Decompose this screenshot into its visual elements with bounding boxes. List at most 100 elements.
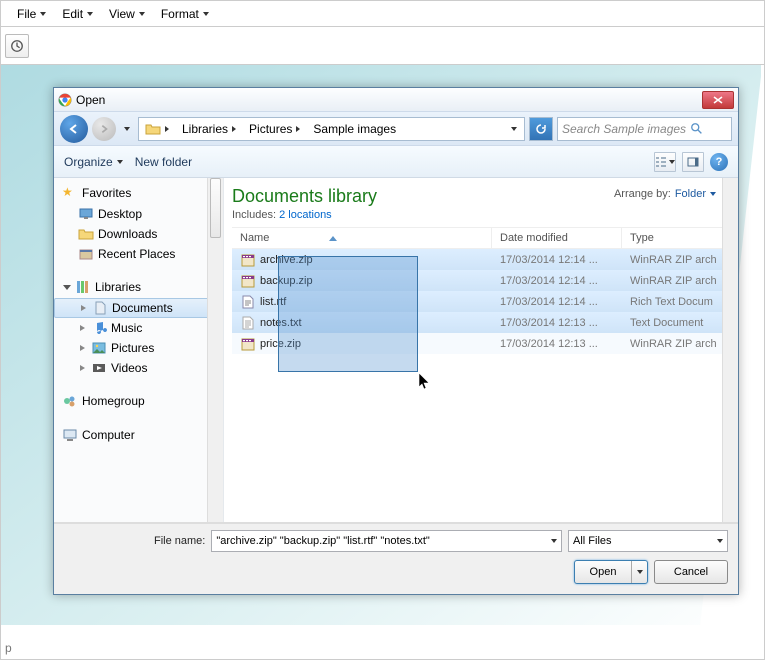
mouse-cursor-icon (418, 372, 432, 390)
view-mode-button[interactable] (654, 152, 676, 172)
tree-videos[interactable]: Videos (54, 358, 223, 378)
menu-format[interactable]: Format (153, 5, 217, 23)
menu-file[interactable]: File (9, 5, 54, 23)
filename-input[interactable]: "archive.zip" "backup.zip" "list.rtf" "n… (211, 530, 562, 552)
arrow-right-icon (99, 124, 109, 134)
caret-icon (637, 570, 643, 574)
arrange-by[interactable]: Arrange by: Folder (614, 188, 716, 200)
history-button[interactable] (5, 34, 29, 58)
expand-icon[interactable] (78, 344, 87, 353)
tree-desktop[interactable]: Desktop (54, 204, 223, 224)
caret-icon (669, 160, 675, 164)
open-dialog: Open Libraries Pictures Sample images Se… (53, 87, 739, 595)
includes-link[interactable]: 2 locations (279, 209, 332, 221)
homegroup-icon (62, 393, 78, 409)
chevron-right-icon (165, 126, 169, 132)
libraries-icon (75, 279, 91, 295)
star-icon: ★ (62, 185, 78, 201)
file-type-filter[interactable]: All Files (568, 530, 728, 552)
tree-pictures[interactable]: Pictures (54, 338, 223, 358)
file-type-cell: Text Document (622, 317, 738, 329)
music-icon (91, 320, 107, 336)
status-bar: p (5, 641, 12, 655)
expand-icon[interactable] (78, 364, 87, 373)
help-button[interactable]: ? (710, 153, 728, 171)
file-type-cell: WinRAR ZIP arch (622, 254, 738, 266)
tree-favorites[interactable]: ★Favorites (54, 182, 223, 204)
documents-icon (92, 300, 108, 316)
tree-computer[interactable]: Computer (54, 424, 223, 446)
file-date-cell: 17/03/2014 12:13 ... (492, 338, 622, 350)
sort-asc-icon (329, 236, 337, 241)
file-listing: Arrange by: Folder Documents library Inc… (224, 178, 738, 522)
computer-icon (62, 427, 78, 443)
tree-music[interactable]: Music (54, 318, 223, 338)
col-date[interactable]: Date modified (492, 228, 622, 248)
file-type-cell: WinRAR ZIP arch (622, 338, 738, 350)
tree-recent[interactable]: Recent Places (54, 244, 223, 264)
back-button[interactable] (60, 115, 88, 143)
selection-marquee (278, 256, 418, 372)
tree-documents[interactable]: Documents (54, 298, 223, 318)
menu-edit[interactable]: Edit (54, 5, 101, 23)
file-date-cell: 17/03/2014 12:13 ... (492, 317, 622, 329)
nav-bar: Libraries Pictures Sample images Search … (54, 112, 738, 146)
refresh-icon (535, 123, 547, 135)
close-icon (713, 96, 723, 104)
organize-menu[interactable]: Organize (64, 155, 123, 169)
tree-libraries[interactable]: Libraries (54, 276, 223, 298)
caret-icon (203, 12, 209, 16)
column-headers[interactable]: Name Date modified Type (232, 227, 738, 249)
filename-label: File name: (154, 535, 205, 547)
filename-value: "archive.zip" "backup.zip" "list.rtf" "n… (216, 535, 429, 547)
videos-icon (91, 360, 107, 376)
search-placeholder: Search Sample images (562, 122, 686, 136)
new-folder-button[interactable]: New folder (135, 155, 192, 169)
expand-icon[interactable] (79, 304, 88, 313)
caret-icon (710, 192, 716, 196)
refresh-button[interactable] (529, 117, 553, 141)
dialog-titlebar[interactable]: Open (54, 88, 738, 112)
breadcrumb-seg[interactable]: Pictures (243, 118, 307, 140)
menu-view[interactable]: View (101, 5, 153, 23)
cancel-button[interactable]: Cancel (654, 560, 728, 584)
search-input[interactable]: Search Sample images (557, 117, 732, 141)
tree-scrollbar[interactable] (207, 178, 223, 522)
caret-icon (40, 12, 46, 16)
chevron-right-icon (296, 126, 300, 132)
caret-icon (87, 12, 93, 16)
folder-icon (78, 226, 94, 242)
forward-button[interactable] (92, 117, 116, 141)
caret-icon[interactable] (551, 539, 557, 543)
dialog-footer: File name: "archive.zip" "backup.zip" "l… (54, 523, 738, 594)
expand-icon[interactable] (62, 283, 71, 292)
caret-icon[interactable] (717, 539, 723, 543)
recent-places-icon (78, 246, 94, 262)
open-split-button[interactable] (631, 561, 647, 583)
breadcrumb[interactable]: Libraries Pictures Sample images (138, 117, 525, 141)
content-scrollbar[interactable] (722, 178, 738, 522)
close-button[interactable] (702, 91, 734, 109)
scrollbar-thumb[interactable] (210, 178, 221, 238)
nav-tree: ★Favorites Desktop Downloads Recent Plac… (54, 178, 224, 522)
filter-value: All Files (573, 535, 612, 547)
nav-history-caret-icon[interactable] (124, 127, 130, 131)
arrange-by-value: Folder (675, 188, 706, 200)
app-menubar: File Edit View Format (1, 1, 764, 27)
arrange-by-label: Arrange by: (614, 188, 671, 200)
tree-homegroup[interactable]: Homegroup (54, 390, 223, 412)
file-date-cell: 17/03/2014 12:14 ... (492, 296, 622, 308)
breadcrumb-root[interactable] (139, 118, 176, 140)
list-view-icon (655, 156, 667, 168)
col-name[interactable]: Name (232, 228, 492, 248)
breadcrumb-dropdown[interactable] (505, 118, 524, 140)
breadcrumb-seg[interactable]: Sample images (307, 118, 403, 140)
tree-downloads[interactable]: Downloads (54, 224, 223, 244)
col-type[interactable]: Type (622, 228, 738, 248)
chrome-icon (58, 93, 72, 107)
open-button[interactable]: Open (574, 560, 648, 584)
search-icon (690, 122, 704, 136)
breadcrumb-seg[interactable]: Libraries (176, 118, 243, 140)
preview-pane-button[interactable] (682, 152, 704, 172)
expand-icon[interactable] (78, 324, 87, 333)
